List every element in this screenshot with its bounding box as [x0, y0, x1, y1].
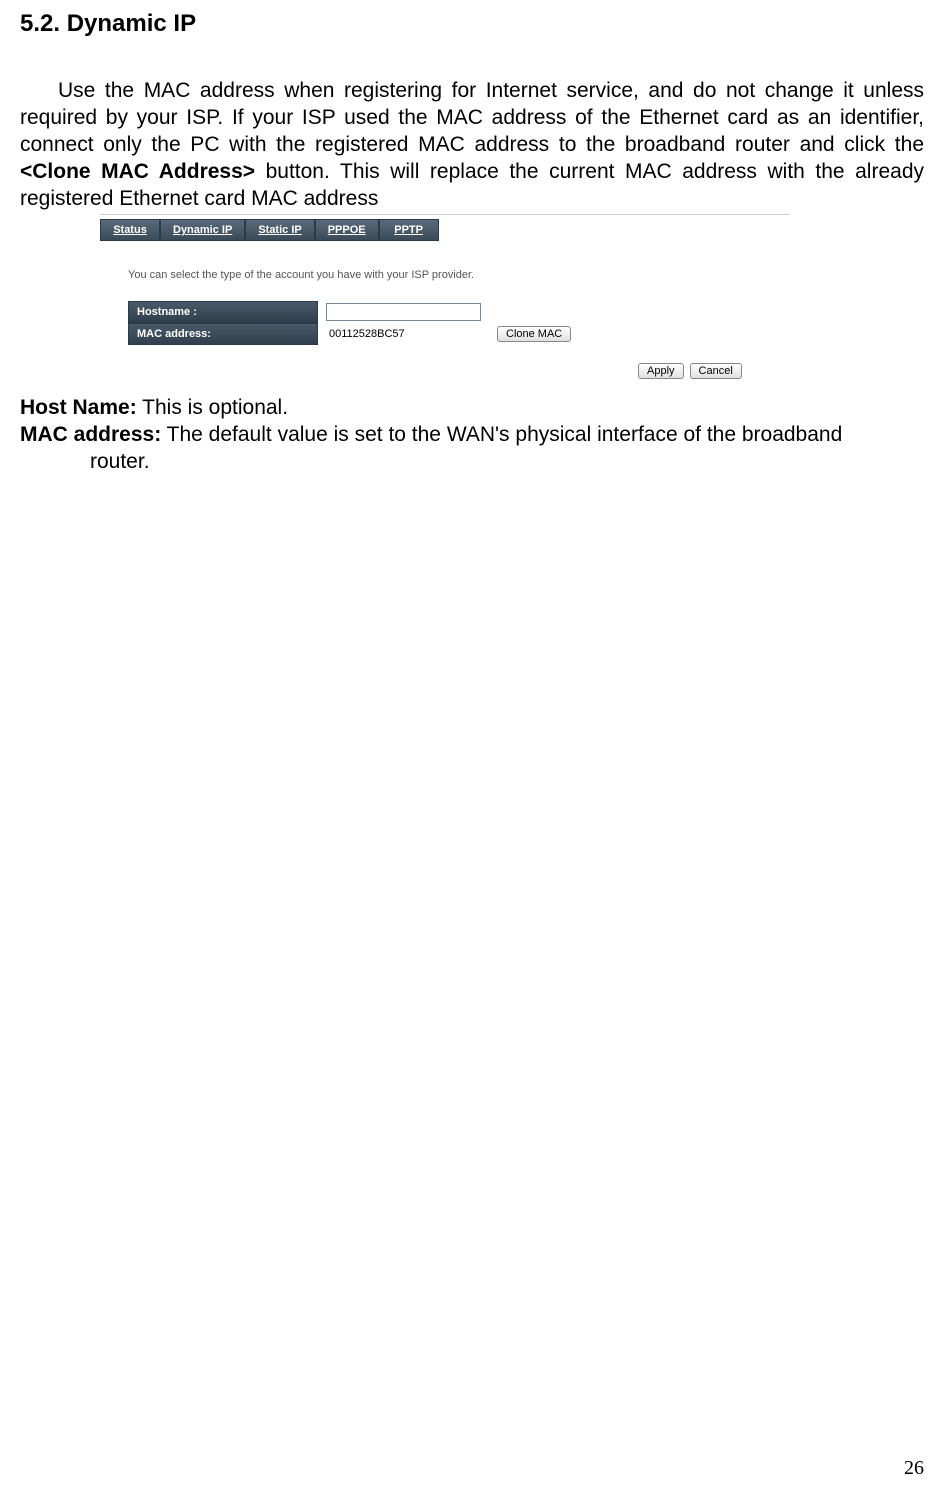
mac-def-text-1: The default value is set to the WAN's ph… [161, 423, 842, 446]
hostname-def-text: This is optional. [137, 396, 288, 419]
tab-dynamic-ip[interactable]: Dynamic IP [160, 219, 245, 241]
tab-static-ip[interactable]: Static IP [245, 219, 314, 241]
tab-bar: Status Dynamic IP Static IP PPPOE PPTP [100, 215, 790, 241]
section-heading: 5.2. Dynamic IP [20, 10, 924, 38]
cancel-button[interactable]: Cancel [690, 363, 742, 379]
tab-pptp[interactable]: PPTP [379, 219, 439, 241]
mac-value: 00112528BC57 [326, 327, 487, 341]
screenshot-description: You can select the type of the account y… [128, 269, 790, 281]
tab-pppoe[interactable]: PPPOE [315, 219, 379, 241]
mac-definition: MAC address: The default value is set to… [20, 422, 924, 449]
screenshot-body: You can select the type of the account y… [100, 241, 790, 393]
clone-mac-button[interactable]: Clone MAC [497, 326, 571, 342]
hostname-input[interactable] [326, 303, 481, 321]
router-screenshot: Status Dynamic IP Static IP PPPOE PPTP Y… [100, 214, 790, 393]
hostname-def-label: Host Name: [20, 396, 137, 419]
mac-row: MAC address: 00112528BC57 Clone MAC [128, 323, 790, 345]
mac-definition-line2: router. [20, 449, 924, 476]
hostname-row: Hostname : [128, 301, 790, 323]
hostname-definition: Host Name: This is optional. [20, 395, 924, 422]
clone-mac-bold: <Clone MAC Address> [20, 160, 255, 183]
apply-button[interactable]: Apply [638, 363, 684, 379]
action-buttons: Apply Cancel [128, 363, 790, 379]
mac-label: MAC address: [128, 323, 318, 345]
page-number: 26 [904, 1457, 924, 1480]
mac-field-wrap: 00112528BC57 Clone MAC [318, 323, 571, 345]
section-number: 5.2. [20, 10, 60, 37]
hostname-field-wrap [318, 301, 481, 323]
section-title-text: Dynamic IP [67, 10, 196, 37]
intro-paragraph: Use the MAC address when registering for… [20, 78, 924, 212]
tab-status[interactable]: Status [100, 219, 160, 241]
hostname-label: Hostname : [128, 301, 318, 323]
mac-def-label: MAC address: [20, 423, 161, 446]
intro-text-1: Use the MAC address when registering for… [20, 79, 924, 156]
